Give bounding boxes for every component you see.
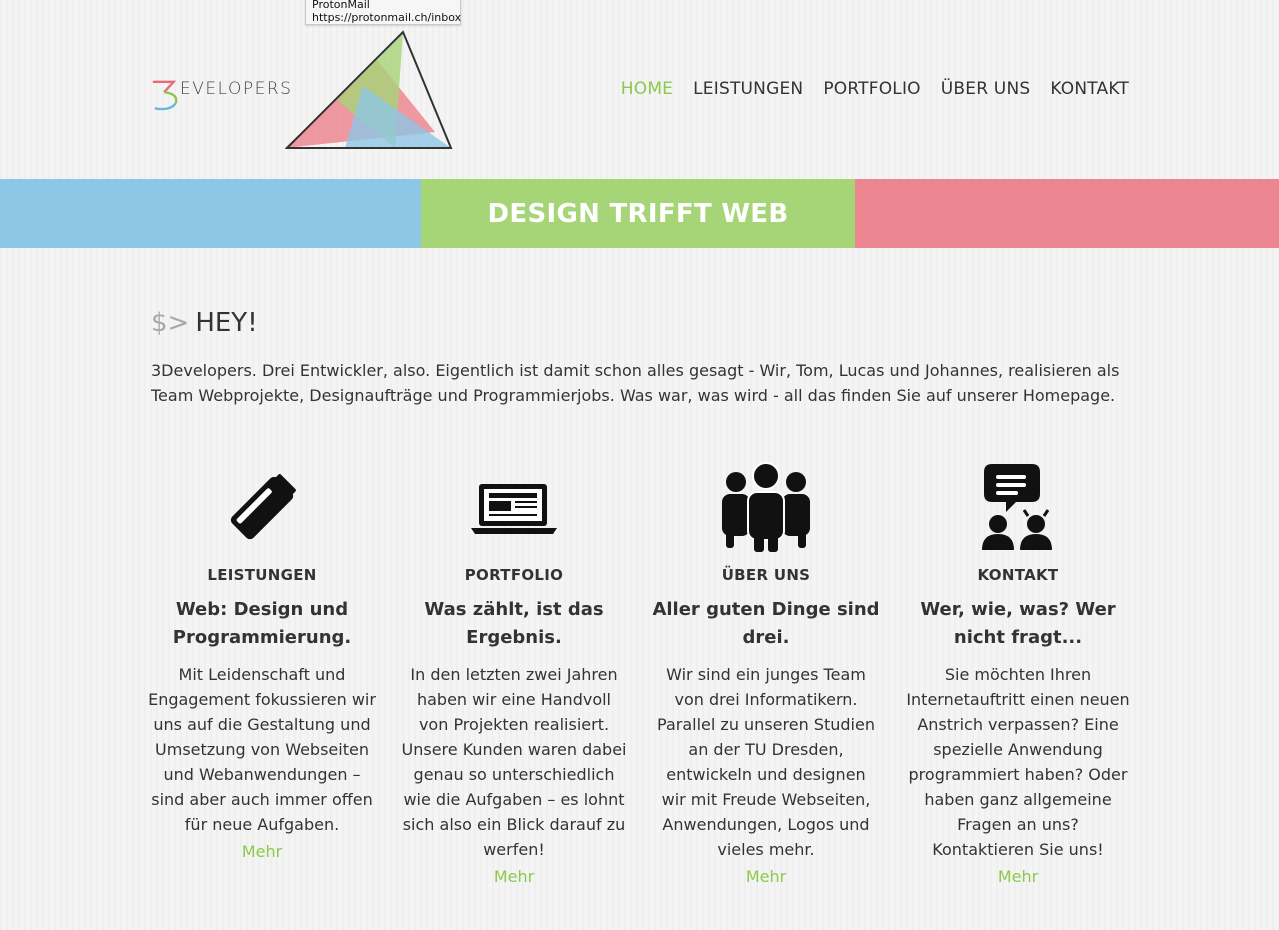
intro-text: 3Developers. Drei Entwickler, also. Eige… (151, 361, 1120, 405)
banner-pink (855, 179, 1279, 248)
feature-text: Mit Leidenschaft und Engagement fokussie… (148, 665, 376, 834)
feature-text: Sie möchten Ihren Internetauftritt einen… (906, 665, 1130, 859)
feature-label: ÜBER UNS (721, 566, 811, 584)
feature-text: Wir sind ein junges Team von drei Inform… (657, 665, 875, 859)
nav-leistungen[interactable]: LEISTUNGEN (693, 79, 803, 99)
intro-heading: $> HEY! (151, 308, 258, 338)
feature-title: Aller guten Dinge sind drei. (652, 599, 880, 648)
intro-heading-text: HEY! (195, 308, 258, 338)
more-link[interactable]: Mehr (494, 867, 534, 886)
feature-label: LEISTUNGEN (207, 566, 317, 584)
feature-portfolio: PORTFOLIO Was zählt, ist das Ergebnis. I… (400, 462, 628, 886)
more-link[interactable]: Mehr (998, 867, 1038, 886)
browser-tooltip: ProtonMail https://protonmail.ch/inbox (305, 0, 461, 25)
triangle-logo-icon (285, 30, 453, 149)
more-link[interactable]: Mehr (242, 842, 282, 861)
feature-label: KONTAKT (977, 566, 1059, 584)
logo-text[interactable]: EVELOPERS (180, 79, 292, 99)
nav-kontakt[interactable]: KONTAKT (1050, 79, 1129, 99)
nav-home[interactable]: HOME (621, 79, 673, 99)
nav-ueber-uns[interactable]: ÜBER UNS (941, 79, 1031, 99)
team-icon (652, 462, 880, 554)
feature-kontakt: KONTAKT Wer, wie, was? Wer nicht fragt..… (904, 462, 1132, 886)
banner-green: DESIGN TRIFFT WEB (421, 179, 855, 248)
prompt-symbol: $> (151, 308, 190, 338)
main-nav: HOME LEISTUNGEN PORTFOLIO ÜBER UNS KONTA… (621, 79, 1129, 99)
banner-blue (0, 179, 421, 248)
hero-banner: DESIGN TRIFFT WEB (0, 179, 1279, 248)
tooltip-url: https://protonmail.ch/inbox (312, 11, 462, 24)
feature-ueber-uns: ÜBER UNS Aller guten Dinge sind drei. Wi… (652, 462, 880, 886)
laptop-icon (400, 462, 628, 554)
feature-label: PORTFOLIO (464, 566, 564, 584)
tooltip-title: ProtonMail (312, 0, 370, 11)
feature-text: In den letzten zwei Jahren haben wir ein… (401, 665, 627, 859)
usb-stick-icon (148, 462, 376, 554)
nav-portfolio[interactable]: PORTFOLIO (823, 79, 920, 99)
more-link[interactable]: Mehr (746, 867, 786, 886)
feature-title: Wer, wie, was? Wer nicht fragt... (920, 599, 1116, 648)
feature-title: Was zählt, ist das Ergebnis. (424, 599, 604, 648)
feature-title: Web: Design und Programmierung. (172, 599, 352, 648)
feature-leistungen: LEISTUNGEN Web: Design und Programmierun… (148, 462, 376, 861)
logo-3-icon[interactable] (150, 79, 184, 113)
banner-title: DESIGN TRIFFT WEB (487, 198, 789, 229)
chat-people-icon (904, 462, 1132, 554)
